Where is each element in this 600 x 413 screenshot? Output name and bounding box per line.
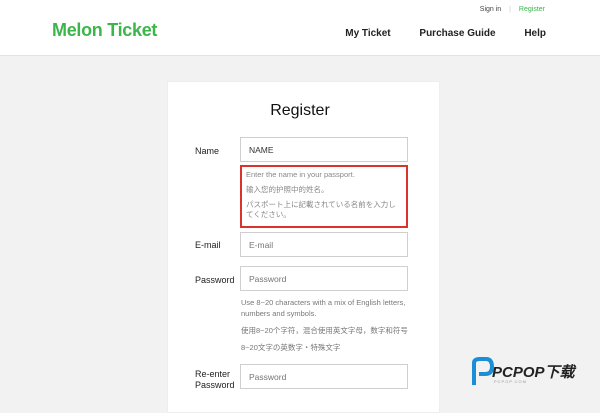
name-hint-box: Enter the name in your passport. 输入您的护照中…	[240, 165, 408, 228]
melon-ticket-logo[interactable]: Melon Ticket	[52, 20, 157, 41]
name-label: Name	[195, 146, 220, 156]
name-input[interactable]	[240, 137, 408, 162]
password-hint-zh: 使用8~20个字符，混合使用英文字母，数字和符号	[241, 326, 408, 335]
name-hint-ja: パスポート上に記載されている名前を入力してください。	[246, 200, 396, 219]
main-nav: My Ticket Purchase Guide Help	[319, 28, 546, 39]
name-hint-zh: 输入您的护照中的姓名。	[246, 185, 329, 194]
name-hint-en: Enter the name in your passport.	[246, 170, 355, 179]
reenter-label-line1: Re-enter	[195, 369, 231, 379]
reenter-label-line2: Password	[195, 380, 235, 390]
nav-purchase-guide[interactable]: Purchase Guide	[419, 28, 495, 39]
email-input[interactable]	[240, 232, 408, 257]
nav-help[interactable]: Help	[524, 28, 546, 39]
sign-in-link[interactable]: Sign in	[480, 6, 501, 13]
reenter-password-input[interactable]	[240, 364, 408, 389]
password-hint-ja: 8~20文字の英数字・特殊文字	[241, 343, 341, 352]
page-title: Register	[270, 102, 330, 119]
util-links: Sign in | Register	[480, 6, 545, 13]
password-input[interactable]	[240, 266, 408, 291]
email-label: E-mail	[195, 240, 221, 250]
password-label: Password	[195, 275, 235, 285]
nav-my-ticket[interactable]: My Ticket	[345, 28, 390, 39]
register-link[interactable]: Register	[519, 6, 545, 13]
password-hint-en: Use 8~20 characters with a mix of Englis…	[241, 298, 406, 318]
pcpop-watermark: PCPOP下载 PCPOP.COM	[470, 355, 595, 395]
reenter-password-label: Re-enter Password	[195, 369, 235, 391]
util-divider: |	[509, 6, 511, 13]
site-header: Melon Ticket Sign in | Register My Ticke…	[0, 0, 600, 56]
pcpop-logo-icon	[472, 357, 494, 385]
watermark-subtext: PCPOP.COM	[494, 379, 527, 384]
